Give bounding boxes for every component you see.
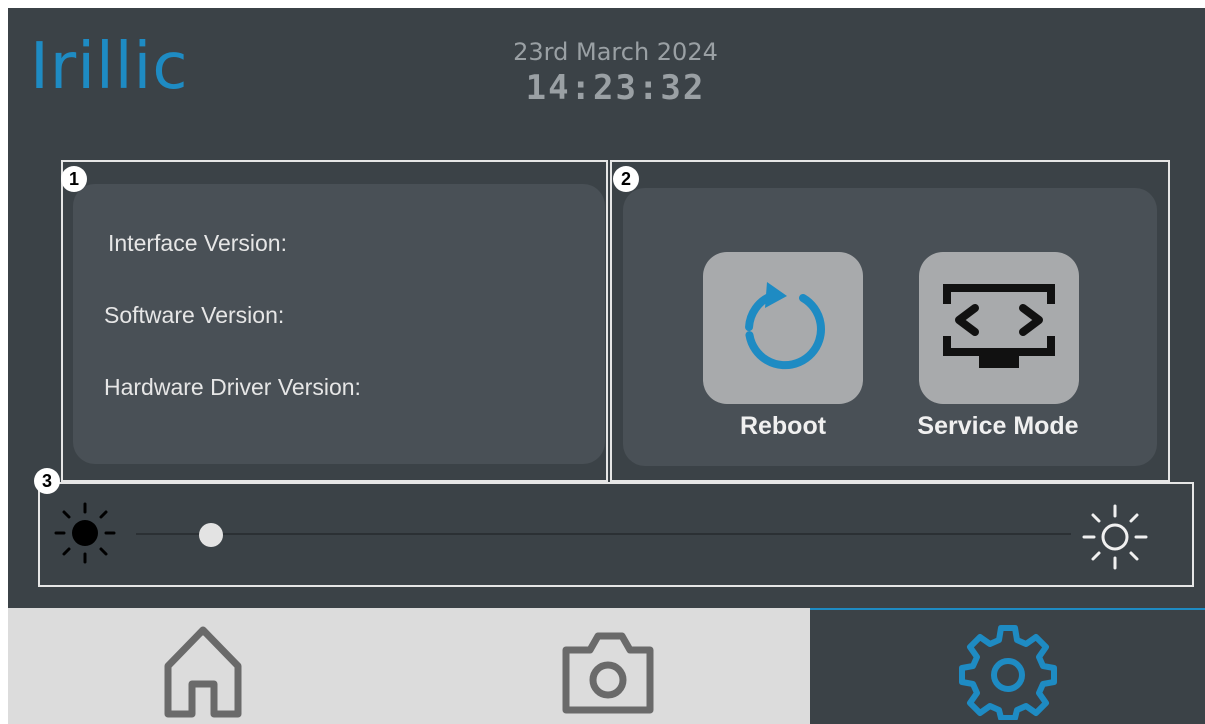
brightness-slider-track[interactable] bbox=[136, 533, 1071, 535]
callout-number-2: 2 bbox=[613, 166, 639, 192]
bottom-navigation bbox=[8, 608, 1205, 724]
interface-version-label: Interface Version: bbox=[108, 230, 287, 256]
callout-number-3: 3 bbox=[34, 468, 60, 494]
logo: Irillic bbox=[30, 30, 189, 104]
reboot-button[interactable] bbox=[703, 252, 863, 404]
service-mode-button[interactable] bbox=[919, 252, 1079, 404]
datetime: 23rd March 2024 14:23:32 bbox=[488, 38, 743, 108]
date-display: 23rd March 2024 bbox=[513, 38, 718, 66]
home-icon bbox=[164, 626, 242, 718]
service-mode-label: Service Mode bbox=[917, 412, 1079, 440]
nav-settings-tab[interactable] bbox=[810, 608, 1205, 724]
nav-home-tab[interactable] bbox=[8, 608, 408, 724]
nav-camera-tab[interactable] bbox=[408, 608, 810, 724]
reboot-icon bbox=[745, 282, 825, 370]
hardware-driver-version-label: Hardware Driver Version: bbox=[104, 374, 361, 400]
sun-dark-icon bbox=[54, 502, 116, 564]
gear-icon bbox=[959, 625, 1057, 720]
camera-icon bbox=[562, 632, 654, 714]
time-display: 14:23:32 bbox=[525, 68, 706, 108]
software-version-label: Software Version: bbox=[104, 302, 285, 328]
sun-light-icon bbox=[1082, 504, 1148, 570]
brightness-slider-thumb[interactable] bbox=[198, 523, 223, 547]
reboot-label: Reboot bbox=[739, 412, 827, 440]
service-mode-icon bbox=[943, 284, 1055, 368]
callout-number-1: 1 bbox=[61, 166, 87, 192]
settings-screen: Irillic 23rd March 2024 14:23:32 1 Inter… bbox=[8, 8, 1205, 724]
